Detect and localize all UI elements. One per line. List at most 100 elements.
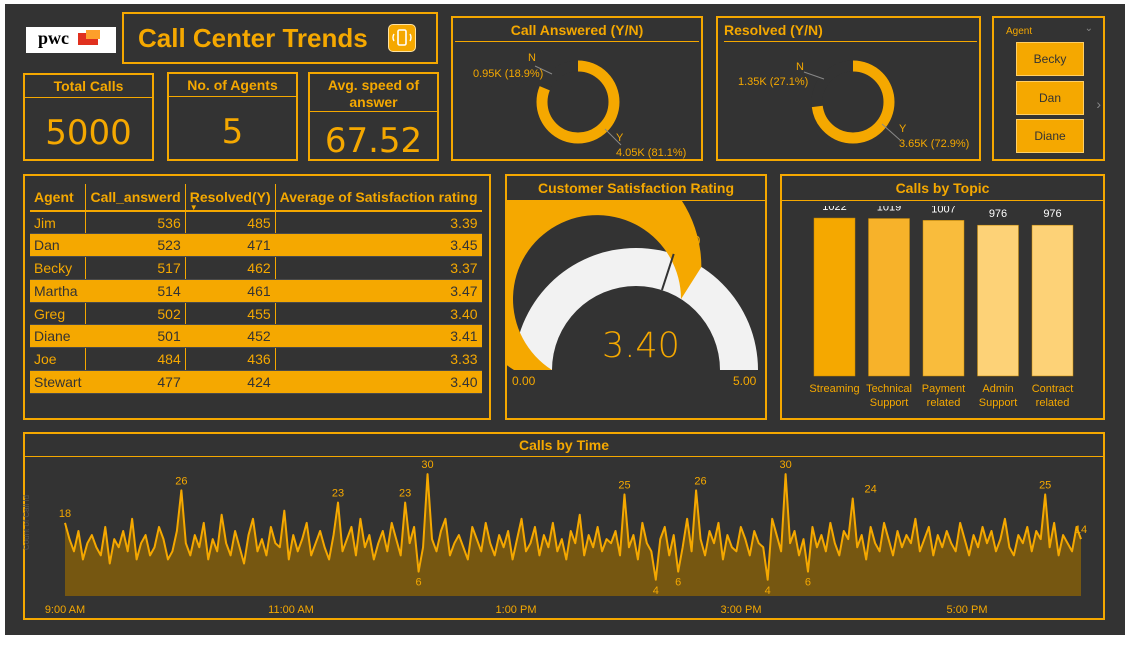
donut-n-key: N (528, 52, 536, 64)
cell-resolved: 424 (185, 370, 276, 394)
column-header-resolved[interactable]: Resolved(Y) ▼ (185, 184, 276, 212)
cell-satisfaction: 3.37 (275, 256, 482, 280)
x-tick-label: 3:00 PM (721, 604, 762, 616)
cell-agent: Greg (30, 302, 87, 326)
x-tick-label: 11:00 AM (268, 604, 314, 616)
agents-card: No. of Agents 5 (167, 72, 298, 161)
bar-value-label: 1019 (877, 206, 901, 214)
bar-0[interactable] (813, 217, 856, 377)
cell-call-answered: 477 (85, 370, 186, 394)
cell-satisfaction: 3.39 (275, 211, 482, 235)
data-label: 6 (416, 577, 422, 589)
agent-table: Agent Call_answerd Resolved(Y) ▼ Average… (30, 184, 482, 394)
cell-resolved: 455 (185, 302, 276, 326)
donut-y-key: Y (899, 123, 907, 135)
data-label: 18 (59, 508, 71, 520)
calls-by-time-panel: Calls by Time Count of Call Id 18 26 23 23 3… (22, 432, 1105, 620)
column-header-satisfaction[interactable]: Average of Satisfaction rating (275, 184, 482, 212)
data-label: 25 (618, 479, 630, 491)
table-row[interactable]: Martha 514 461 3.47 (30, 279, 482, 303)
cell-agent: Jim (30, 211, 87, 235)
card-label: Total Calls (25, 78, 152, 98)
agents-value: 5 (221, 112, 244, 152)
data-label: 23 (332, 488, 344, 500)
slicer-item-dan[interactable]: Dan (1016, 81, 1084, 115)
table-row[interactable]: Joe 484 436 3.33 (30, 347, 482, 372)
cell-agent: Diane (30, 324, 87, 349)
table-row[interactable]: Jim 536 485 3.39 (30, 211, 482, 235)
cell-call-answered: 523 (85, 233, 186, 258)
data-label: 6 (805, 577, 811, 589)
category-label: Contract related (1024, 382, 1081, 410)
slicer-item-becky[interactable]: Becky (1016, 42, 1084, 76)
data-label: 4 (653, 585, 659, 597)
bar-1[interactable] (868, 218, 910, 377)
panel-title: Resolved (Y/N) (724, 22, 977, 42)
satisfaction-gauge[interactable] (507, 200, 765, 418)
table-row[interactable]: Becky 517 462 3.37 (30, 256, 482, 280)
table-row[interactable]: Greg 502 455 3.40 (30, 302, 482, 326)
resolved-panel: Resolved (Y/N) N 1.35K (27.1%) Y 3.65K (… (716, 16, 981, 161)
call-answered-panel: Call Answered (Y/N) N 0.95K (18.9%) Y 4.… (451, 16, 703, 161)
cell-satisfaction: 3.41 (275, 324, 482, 349)
cell-resolved: 461 (185, 279, 276, 303)
cell-call-answered: 502 (85, 302, 186, 326)
cell-satisfaction: 3.40 (275, 370, 482, 394)
cell-agent: Martha (30, 279, 87, 303)
bar-value-label: 1022 (822, 206, 846, 213)
phone-icon (388, 24, 416, 52)
cell-resolved: 436 (185, 347, 276, 372)
cell-resolved: 452 (185, 324, 276, 349)
slicer-item-diane[interactable]: Diane (1016, 119, 1084, 153)
gauge-max-label: 5.00 (733, 374, 757, 388)
data-label: 30 (421, 459, 433, 471)
data-label: 23 (399, 488, 411, 500)
category-label-line: related (1035, 397, 1070, 409)
agent-table-panel: Agent Call_answerd Resolved(Y) ▼ Average… (23, 174, 491, 420)
satisfaction-gauge-panel: Customer Satisfaction Rating 3.00 3.40 0… (505, 174, 767, 420)
data-label: 4 (765, 585, 771, 597)
sort-down-icon[interactable]: ▼ (190, 203, 198, 212)
category-label-line: Contract (1031, 383, 1074, 395)
cell-call-answered: 536 (85, 211, 186, 235)
category-label: Admin Support (970, 382, 1027, 410)
chevron-right-icon[interactable]: › (1096, 96, 1101, 112)
panel-title: Calls by Time (25, 437, 1103, 457)
cell-agent: Dan (30, 233, 87, 258)
cell-agent: Joe (30, 347, 87, 372)
cell-resolved: 462 (185, 256, 276, 280)
bar-2[interactable] (922, 220, 965, 377)
logo-text: pwc (38, 28, 69, 48)
slicer-title: Agent (1006, 26, 1033, 37)
table-row[interactable]: Diane 501 452 3.41 (30, 324, 482, 349)
column-header-agent[interactable]: Agent (30, 184, 87, 212)
panel-title: Customer Satisfaction Rating (507, 180, 765, 201)
table-row[interactable]: Dan 523 471 3.45 (30, 233, 482, 258)
cell-call-answered: 517 (85, 256, 186, 280)
category-label-line: Admin (982, 383, 1014, 395)
bar-3[interactable] (977, 224, 1019, 377)
chevron-down-icon[interactable]: ⌄ (1085, 23, 1093, 34)
call-answered-donut[interactable] (453, 42, 701, 160)
card-label: No. of Agents (169, 77, 296, 97)
cell-satisfaction: 3.40 (275, 302, 482, 326)
column-header-call-answered[interactable]: Call_answerd (85, 184, 186, 212)
table-row[interactable]: Stewart 477 424 3.40 (30, 370, 482, 394)
logo-mark-accent (86, 30, 100, 39)
agent-slicer: Agent ⌄ Becky Dan Diane › (992, 16, 1105, 161)
calls-by-topic-panel: Calls by Topic 1022 1019 1007 976 976 Stream… (780, 174, 1105, 420)
bar-value-label: 976 (989, 208, 1007, 220)
total-calls-card: Total Calls 5000 (23, 73, 154, 161)
cell-satisfaction: 3.33 (275, 347, 482, 372)
data-label: 25 (1039, 479, 1051, 491)
total-calls-value: 5000 (45, 113, 132, 153)
data-label: 26 (175, 475, 187, 487)
card-label: Avg. speed of answer (310, 77, 437, 112)
calls-by-time-chart[interactable]: 18 26 23 23 30 6 4 6 25 26 30 4 6 24 25 14 9:00 AM 11:00 … (25, 456, 1103, 616)
bar-4[interactable] (1031, 224, 1074, 377)
category-label-line: Support (869, 397, 909, 409)
cell-agent: Stewart (30, 370, 87, 394)
dashboard-title-panel: Call Center Trends (122, 12, 438, 64)
category-label: Technical Support (861, 382, 918, 410)
donut-y-value: 3.65K (72.9%) (899, 138, 970, 150)
